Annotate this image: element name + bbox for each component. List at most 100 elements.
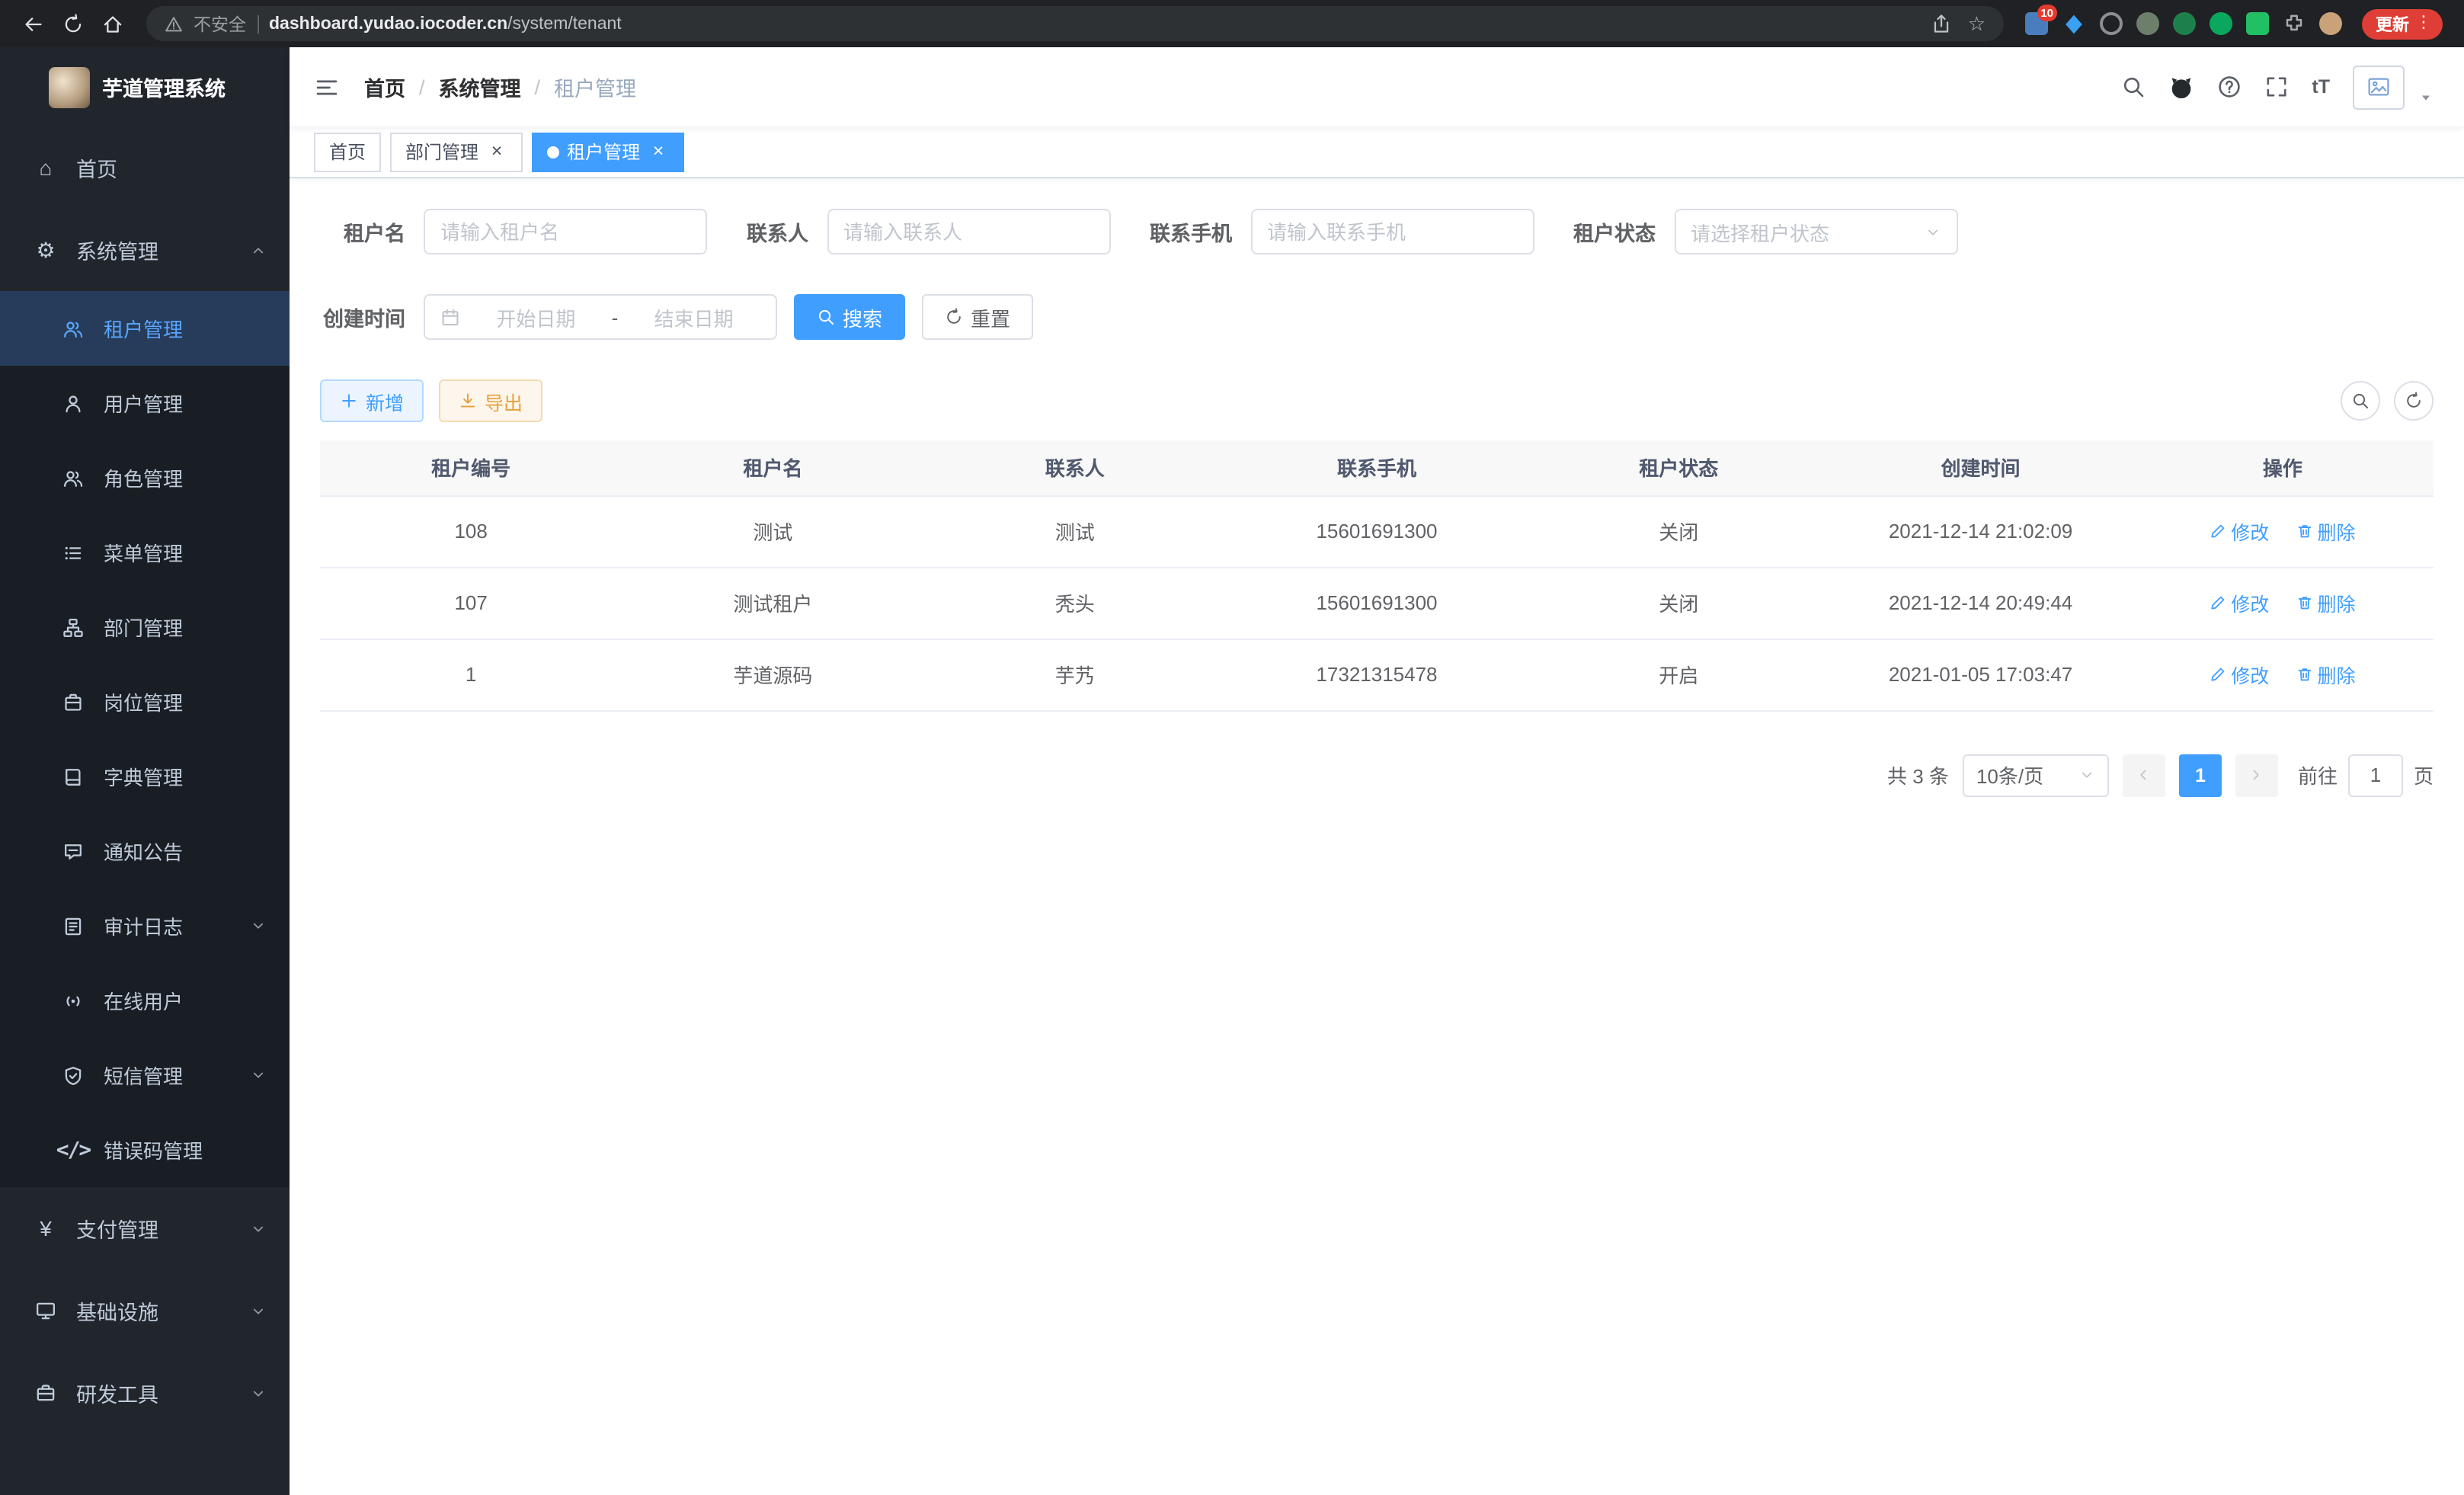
sidebar-item-infrastructure[interactable]: 基础设施 [0, 1269, 290, 1352]
book-icon [61, 766, 85, 787]
search-icon [817, 308, 835, 326]
logo-image [49, 66, 90, 107]
org-tree-icon [61, 616, 85, 638]
contact-label: 联系人 [747, 216, 808, 247]
sidebar-item-posts[interactable]: 岗位管理 [0, 664, 290, 739]
delete-label: 删除 [2317, 660, 2355, 689]
sidebar-item-online-users[interactable]: 在线用户 [0, 963, 290, 1038]
delete-button[interactable]: 删除 [2296, 588, 2355, 617]
extension-icon-1[interactable]: 10 [2025, 12, 2048, 35]
close-icon[interactable]: × [486, 141, 507, 162]
table-header-row: 租户编号 租户名 联系人 联系手机 租户状态 创建时间 操作 [320, 440, 2434, 495]
breadcrumb-home[interactable]: 首页 [364, 72, 405, 102]
breadcrumb-system[interactable]: 系统管理 [439, 72, 521, 102]
hamburger-icon[interactable] [314, 74, 340, 100]
delete-button[interactable]: 删除 [2296, 660, 2355, 689]
browser-home-button[interactable] [94, 5, 131, 42]
chevron-down-icon [250, 1385, 267, 1401]
sidebar-item-notices[interactable]: 通知公告 [0, 814, 290, 888]
browser-back-button[interactable] [15, 5, 52, 42]
page-number-button[interactable]: 1 [2179, 754, 2222, 796]
refresh-table-button[interactable] [2394, 381, 2434, 421]
contact-input[interactable] [843, 220, 1093, 243]
search-button[interactable]: 搜索 [794, 294, 905, 340]
sidebar-item-label: 首页 [76, 152, 117, 183]
toggle-search-button[interactable] [2341, 381, 2380, 421]
edit-button[interactable]: 修改 [2210, 588, 2269, 617]
extensions-area: 10 更新⋮ [2019, 8, 2449, 39]
export-button[interactable]: 导出 [439, 379, 542, 422]
update-button[interactable]: 更新⋮ [2362, 8, 2443, 39]
reload-icon [62, 13, 84, 34]
mobile-input[interactable] [1267, 220, 1517, 243]
profile-avatar-icon[interactable] [2319, 12, 2342, 35]
sidebar-item-dictionary[interactable]: 字典管理 [0, 739, 290, 814]
cell-tenant-id: 1 [320, 639, 622, 710]
add-button[interactable]: 新增 [320, 379, 424, 422]
prev-page-button[interactable] [2123, 754, 2165, 796]
next-page-button[interactable] [2235, 754, 2278, 796]
extension-diamond-icon[interactable] [2062, 11, 2086, 36]
sidebar-item-payment[interactable]: ¥ 支付管理 [0, 1187, 290, 1269]
sidebar-item-users[interactable]: 用户管理 [0, 366, 290, 440]
help-icon[interactable] [2217, 75, 2242, 99]
sidebar-item-roles[interactable]: 角色管理 [0, 440, 290, 515]
address-bar[interactable]: 不安全 dashboard.yudao.iocoder.cn/system/te… [146, 6, 2004, 41]
extension-icon-7[interactable] [2246, 12, 2269, 35]
avatar[interactable] [2353, 65, 2405, 109]
fullscreen-icon[interactable] [2264, 75, 2289, 99]
delete-button[interactable]: 删除 [2296, 517, 2355, 546]
sidebar-item-home[interactable]: ⌂ 首页 [0, 126, 290, 209]
share-icon[interactable] [1931, 13, 1953, 34]
menu-list-icon [61, 542, 85, 563]
reset-button[interactable]: 重置 [922, 294, 1033, 340]
tab-tenant[interactable]: 租户管理× [532, 132, 684, 171]
app-title: 芋道管理系统 [102, 72, 226, 102]
edit-button[interactable]: 修改 [2210, 517, 2269, 546]
table-row[interactable]: 107 测试租户 秃头 15601691300 关闭 2021-12-14 20… [320, 567, 2434, 639]
date-end-placeholder: 结束日期 [627, 303, 760, 331]
roles-icon [61, 467, 85, 488]
extension-icon-4[interactable] [2136, 12, 2159, 35]
browser-reload-button[interactable] [55, 5, 91, 42]
extension-icon-5[interactable] [2173, 12, 2196, 35]
sidebar-item-tenant[interactable]: 租户管理 [0, 291, 290, 366]
bookmark-star-icon[interactable]: ☆ [1968, 14, 1986, 34]
page-size-select[interactable]: 10条/页 [1963, 754, 2109, 796]
tab-home[interactable]: 首页 [314, 132, 381, 171]
sidebar-item-label: 租户管理 [104, 314, 183, 343]
avatar-caret-icon[interactable] [2418, 90, 2434, 105]
sidebar-item-sms[interactable]: 短信管理 [0, 1038, 290, 1112]
sidebar-item-error-codes[interactable]: </> 错误码管理 [0, 1112, 290, 1187]
date-range-picker[interactable]: 开始日期 - 结束日期 [424, 294, 777, 340]
sidebar-item-departments[interactable]: 部门管理 [0, 590, 290, 664]
cell-status: 关闭 [1528, 495, 1829, 567]
extension-icon-3[interactable] [2100, 12, 2123, 35]
search-icon[interactable] [2121, 75, 2146, 99]
close-icon[interactable]: × [648, 141, 669, 162]
sidebar-item-system[interactable]: ⚙ 系统管理 [0, 209, 290, 291]
tab-department[interactable]: 部门管理× [390, 132, 523, 171]
table-row[interactable]: 1 芋道源码 芋艿 17321315478 开启 2021-01-05 17:0… [320, 639, 2434, 710]
table-row[interactable]: 108 测试 测试 15601691300 关闭 2021-12-14 21:0… [320, 495, 2434, 567]
not-secure-warning-icon [165, 14, 183, 33]
cell-tenant-id: 108 [320, 495, 622, 567]
app-logo[interactable]: 芋道管理系统 [0, 47, 290, 126]
status-select[interactable]: 请选择租户状态 [1674, 209, 1957, 255]
sidebar-item-menus[interactable]: 菜单管理 [0, 515, 290, 590]
extension-icon-6[interactable] [2210, 12, 2232, 35]
chevron-down-icon [2078, 767, 2095, 783]
tenant-name-field [424, 209, 707, 255]
github-icon[interactable] [2168, 74, 2194, 100]
goto-page-input[interactable] [2348, 754, 2403, 796]
search-icon [2351, 392, 2370, 410]
edit-label: 修改 [2231, 588, 2269, 617]
sidebar-item-devtools[interactable]: 研发工具 [0, 1352, 290, 1434]
tenant-name-input[interactable] [440, 220, 690, 243]
extensions-puzzle-icon[interactable] [2283, 12, 2306, 35]
breadcrumb-current: 租户管理 [554, 72, 636, 102]
sidebar-item-audit-log[interactable]: 审计日志 [0, 888, 290, 963]
edit-button[interactable]: 修改 [2210, 660, 2269, 689]
badge-icon [61, 691, 85, 712]
font-size-icon[interactable]: tT [2312, 78, 2330, 97]
